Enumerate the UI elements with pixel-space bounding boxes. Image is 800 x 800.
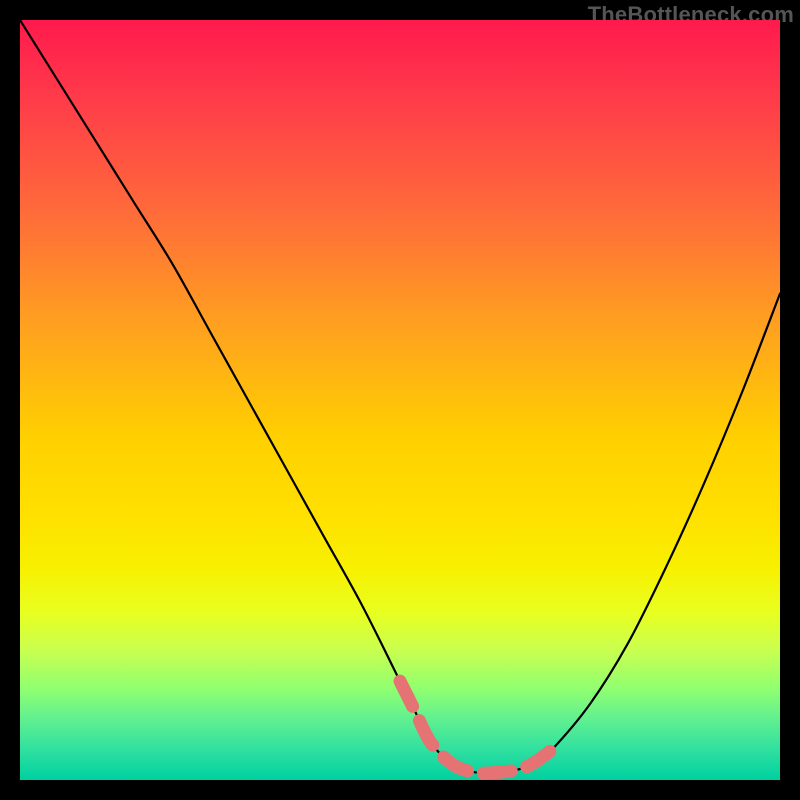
curve-svg bbox=[20, 20, 780, 780]
valley-highlight-band bbox=[400, 681, 552, 773]
chart-plot-area bbox=[20, 20, 780, 780]
bottleneck-curve bbox=[20, 20, 780, 773]
